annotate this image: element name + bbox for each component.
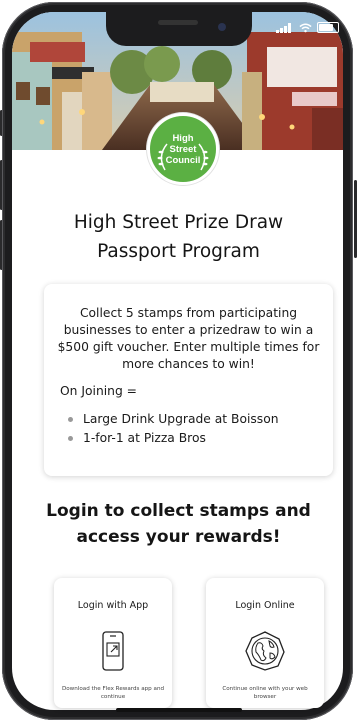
login-heading-line-2: access your rewards! [76, 527, 281, 547]
badge-line-2: Street [169, 143, 197, 155]
status-bar [276, 22, 339, 33]
camera-icon [218, 23, 226, 31]
joining-label: On Joining = [60, 384, 137, 398]
login-option-subtitle: Download the Flex Rewards app and contin… [61, 686, 165, 700]
list-item: Large Drink Upgrade at Boisson [60, 410, 279, 429]
speaker-icon [158, 20, 198, 25]
device-mockup: High Street Council High Street Prize Dr… [0, 0, 357, 725]
globe-icon [245, 631, 285, 671]
badge-line-1: High [172, 132, 194, 144]
perks-list: Large Drink Upgrade at Boisson 1-for-1 a… [60, 410, 279, 448]
login-option-title: Login Online [235, 600, 295, 611]
page-title: High Street Prize Draw Passport Program [0, 208, 357, 266]
title-line-2: Passport Program [97, 241, 260, 262]
phone-icon [102, 631, 124, 671]
bullet-icon [68, 417, 73, 422]
perk-label: 1-for-1 at Pizza Bros [83, 431, 206, 445]
login-option-title: Login with App [77, 600, 149, 611]
signal-icon [276, 23, 291, 33]
login-heading-line-1: Login to collect stamps and [46, 501, 311, 521]
login-online-button[interactable]: Login Online Continue online with your w… [206, 578, 324, 708]
program-description: Collect 5 stamps from participating busi… [57, 306, 320, 371]
bullet-icon [68, 436, 73, 441]
wifi-icon [299, 23, 312, 33]
laurel-left-icon [157, 143, 168, 171]
login-option-subtitle: Continue online with your web browser [222, 686, 308, 700]
title-line-1: High Street Prize Draw [73, 212, 284, 233]
battery-icon [317, 22, 339, 33]
home-indicator [116, 708, 242, 712]
perk-label: Large Drink Upgrade at Boisson [83, 412, 279, 426]
notch [106, 12, 252, 46]
council-badge: High Street Council [147, 113, 219, 185]
login-with-app-button[interactable]: Login with App Download the Flex Rewards… [54, 578, 172, 708]
login-heading: Login to collect stamps and access your … [0, 498, 357, 550]
program-info-card: Collect 5 stamps from participating busi… [44, 284, 333, 476]
list-item: 1-for-1 at Pizza Bros [60, 429, 279, 448]
badge-line-3: Council [165, 154, 201, 166]
laurel-right-icon [198, 143, 209, 171]
